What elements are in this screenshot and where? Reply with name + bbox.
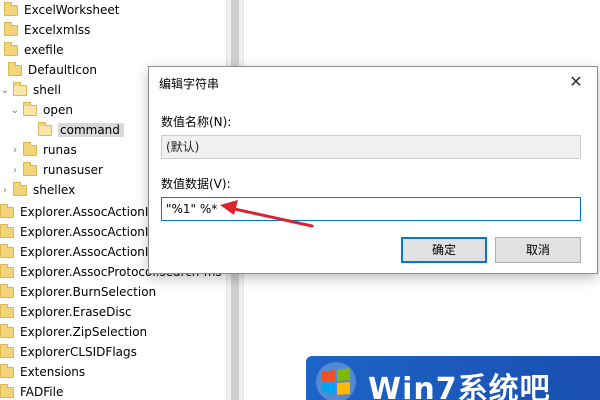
edit-string-dialog: 编辑字符串 ✕ 数值名称(N): (默认) 数值数据(V): "%1" %* 确… [148, 66, 598, 274]
chevron-down-icon[interactable]: ⌄ [10, 101, 20, 121]
folder-icon [8, 62, 22, 76]
tree-item-label: Explorer.EraseDisc [20, 305, 132, 319]
folder-icon [23, 162, 37, 176]
close-icon[interactable]: ✕ [565, 71, 587, 93]
folder-icon [0, 304, 14, 318]
tree-item[interactable]: Explorer.ZipSelection [0, 322, 147, 342]
windows-logo-icon [316, 362, 356, 400]
folder-icon [0, 324, 14, 338]
tree-item[interactable]: FADFile [0, 382, 63, 400]
tree-item-label: shellex [33, 183, 76, 197]
tree-item[interactable]: ExplorerCLSIDFlags [0, 342, 137, 362]
watermark-text: Win7系统吧 [368, 372, 551, 400]
tree-item[interactable]: Explorer.EraseDisc [0, 302, 132, 322]
folder-icon [13, 182, 27, 196]
annotation-arrow-icon [220, 200, 314, 228]
tree-item-label: shell [33, 83, 61, 97]
folder-icon [0, 384, 14, 398]
folder-icon [0, 244, 14, 258]
dialog-title: 编辑字符串 [159, 77, 220, 91]
tree-item[interactable]: Explorer.BurnSelection [0, 282, 156, 302]
tree-item-shell[interactable]: ⌄ shell [0, 80, 61, 100]
chevron-right-icon[interactable]: › [10, 141, 20, 161]
tree-item-open[interactable]: ⌄ open [10, 100, 73, 120]
tree-item-shellex[interactable]: › shellex [0, 180, 75, 200]
value-name-label: 数值名称(N): [161, 115, 232, 129]
watermark-banner: Win7系统吧 [306, 356, 600, 400]
folder-icon [0, 204, 14, 218]
tree-item-label: open [43, 103, 73, 117]
tree-item-label: Extensions [20, 365, 86, 379]
folder-icon [0, 224, 14, 238]
chevron-right-icon[interactable]: › [10, 161, 20, 181]
tree-item[interactable]: ExcelWorksheet [4, 0, 120, 20]
folder-icon [0, 344, 14, 358]
tree-item-label: ExcelWorksheet [24, 3, 120, 17]
tree-item-label: FADFile [20, 385, 64, 399]
tree-item-label: Excelxmlss [24, 23, 91, 37]
value-data-label: 数值数据(V): [161, 177, 231, 191]
tree-item-label: exefile [24, 43, 64, 57]
folder-icon [23, 142, 37, 156]
cancel-button[interactable]: 取消 [495, 237, 581, 263]
tree-item-runas[interactable]: › runas [10, 140, 77, 160]
tree-item[interactable]: Excelxmlss [4, 20, 90, 40]
folder-icon [4, 22, 18, 36]
value-name-field: (默认) [161, 135, 581, 159]
tree-item-label: Explorer.ZipSelection [20, 325, 148, 339]
folder-icon [0, 364, 14, 378]
chevron-right-icon[interactable]: › [0, 181, 10, 201]
tree-item-label-selected: command [58, 123, 124, 137]
folder-open-icon [38, 122, 52, 136]
tree-item-label: Explorer.BurnSelection [20, 285, 157, 299]
tree-item-label: DefaultIcon [28, 63, 97, 77]
tree-item[interactable]: exefile [4, 40, 64, 60]
tree-item-label: ExplorerCLSIDFlags [20, 345, 137, 359]
tree-item-command[interactable]: command [38, 120, 124, 140]
folder-icon [0, 264, 14, 278]
tree-item-label: runas [43, 143, 77, 157]
tree-item[interactable]: Extensions [0, 362, 85, 382]
folder-icon [4, 42, 18, 56]
folder-open-icon [23, 102, 37, 116]
tree-item-runasuser[interactable]: › runasuser [10, 160, 103, 180]
ok-button[interactable]: 确定 [401, 237, 487, 263]
folder-icon [0, 284, 14, 298]
folder-open-icon [13, 82, 27, 96]
dialog-titlebar[interactable]: 编辑字符串 ✕ [149, 67, 597, 99]
tree-item[interactable]: DefaultIcon [8, 60, 97, 80]
chevron-down-icon[interactable]: ⌄ [0, 81, 10, 101]
folder-icon [4, 2, 18, 16]
tree-item-label: runasuser [43, 163, 103, 177]
